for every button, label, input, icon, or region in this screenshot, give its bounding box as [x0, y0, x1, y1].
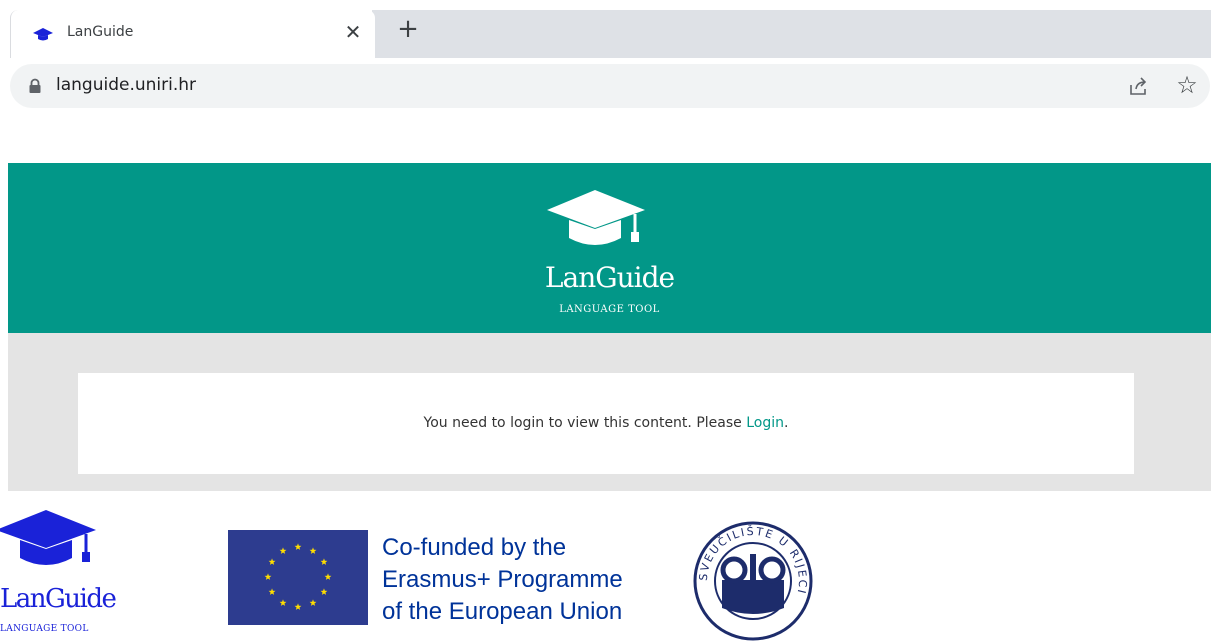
tab-title: LanGuide: [67, 24, 134, 40]
graduation-cap-icon: [547, 190, 645, 245]
tab-strip-background: [372, 10, 1211, 58]
share-icon[interactable]: [1128, 76, 1150, 96]
login-notice: You need to login to view this content. …: [78, 415, 1134, 431]
close-tab-icon[interactable]: ✕: [341, 20, 365, 44]
footer-tagline: LANGUAGE TOOL: [0, 624, 89, 634]
hero-brand-name: LanGuide: [544, 261, 675, 294]
url-text[interactable]: languide.uniri.hr: [56, 75, 196, 95]
erasmus-cofunded-text: Co-funded by the Erasmus+ Programme of t…: [382, 532, 682, 628]
content-area: You need to login to view this content. …: [8, 333, 1211, 491]
eu-flag-logo: [228, 530, 368, 625]
graduation-cap-icon: [0, 510, 96, 565]
eu-text-line-1: Co-funded by the: [382, 534, 567, 561]
browser-tab-languide[interactable]: LanGuide ✕: [10, 10, 375, 58]
graduation-cap-icon: [33, 28, 53, 41]
eu-text-line-3: of the European Union: [382, 598, 623, 625]
login-notice-suffix: .: [783, 415, 789, 431]
lock-icon[interactable]: [28, 78, 42, 94]
bookmark-star-icon[interactable]: ☆: [1174, 71, 1200, 99]
browser-tab-strip: LanGuide ✕ +: [0, 0, 1211, 58]
eu-text-line-2: Erasmus+ Programme: [382, 566, 623, 593]
login-notice-text: You need to login to view this content. …: [423, 415, 747, 431]
university-of-rijeka-seal: SVEUČILIŠTE U RIJECI: [693, 521, 813, 641]
hero-banner: LanGuide LANGUAGE TOOL: [8, 163, 1211, 333]
footer-brand-name: LanGuide: [0, 584, 117, 614]
address-bar[interactable]: languide.uniri.hr ☆: [10, 64, 1210, 108]
login-link[interactable]: Login: [746, 415, 784, 431]
login-notice-card: You need to login to view this content. …: [78, 373, 1134, 474]
hero-tagline: LANGUAGE TOOL: [559, 304, 660, 315]
new-tab-button[interactable]: +: [396, 16, 420, 42]
